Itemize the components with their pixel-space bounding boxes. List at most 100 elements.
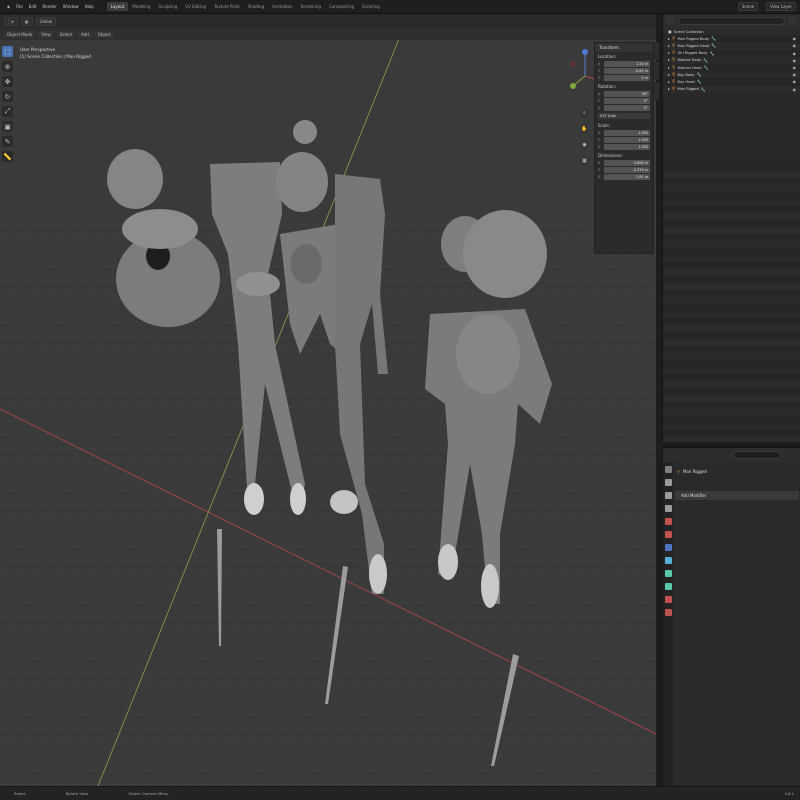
scene-selector[interactable]: Scene	[737, 2, 759, 11]
expand-icon[interactable]: ▸	[668, 66, 670, 70]
tool-tab-icon[interactable]	[664, 466, 672, 473]
menu-view[interactable]: View	[38, 30, 54, 38]
tab-animation[interactable]: Animation	[268, 2, 296, 11]
move-tool-icon[interactable]: ✥	[2, 76, 13, 87]
view-layer-selector[interactable]: View Layer	[766, 2, 796, 11]
menu-window[interactable]: Window	[60, 4, 82, 9]
select-mode-icon[interactable]: ▦	[20, 16, 33, 26]
visibility-eye-icon[interactable]: ◉	[793, 72, 797, 77]
outliner-row[interactable]: ▸ ⚲ Woman Body 🔧 ◉	[663, 56, 800, 64]
expand-icon[interactable]: ▸	[668, 37, 670, 41]
pan-hand-icon[interactable]: ✋	[580, 125, 589, 134]
scene-collection-row[interactable]: ▣ Scene Collection	[663, 28, 800, 36]
dimension-z[interactable]: 1.81 m	[604, 174, 650, 180]
tab-texture-paint[interactable]: Texture Paint	[210, 2, 244, 11]
menu-render[interactable]: Render	[40, 4, 60, 9]
data-tab-icon[interactable]	[664, 609, 672, 616]
measure-tool-icon[interactable]: 📏	[2, 151, 13, 162]
physics-tab-icon[interactable]	[664, 583, 672, 590]
outliner-search-input[interactable]	[678, 17, 785, 25]
outliner-row[interactable]: ▸ ⚲ Girl Rigged Body 🔧 ◉	[663, 49, 800, 57]
outliner-row[interactable]: ▸ ⚲ Woman Head 🔧 ◉	[663, 63, 800, 72]
orientation-dropdown[interactable]: Global	[35, 16, 57, 26]
tab-shading[interactable]: Shading	[244, 2, 268, 11]
visibility-eye-icon[interactable]: ◉	[793, 43, 797, 48]
grid-icon[interactable]: ▦	[580, 157, 589, 166]
outliner-row[interactable]: ▸ ⚲ Man Rigged Head 🔧 ◉	[663, 42, 800, 50]
cursor-tool-icon[interactable]: ⊕	[2, 61, 13, 72]
rotation-x[interactable]: 90°	[604, 91, 650, 97]
menu-help[interactable]: Help	[82, 4, 97, 9]
scale-x[interactable]: 1.000	[604, 130, 650, 136]
properties-object-name: ⚲ Man Rigged	[677, 469, 707, 474]
expand-icon[interactable]: ▸	[668, 44, 670, 48]
expand-icon[interactable]: ▸	[668, 51, 670, 55]
visibility-eye-icon[interactable]: ◉	[793, 87, 797, 92]
rotation-mode-dropdown[interactable]: XYZ Euler	[598, 113, 650, 119]
expand-icon[interactable]: ▸	[668, 58, 670, 62]
expand-icon[interactable]: ▸	[668, 80, 670, 84]
scale-z[interactable]: 1.000	[604, 144, 650, 150]
scene-tab-icon[interactable]	[664, 518, 672, 525]
dimension-x[interactable]: 0.808 m	[604, 160, 650, 166]
rotation-y[interactable]: 0°	[604, 98, 650, 104]
zoom-icon[interactable]: ⌕	[580, 109, 589, 118]
editor-type-button[interactable]: ⬚▾	[4, 16, 18, 26]
tab-view[interactable]	[654, 82, 659, 100]
display-mode-icon[interactable]	[666, 17, 675, 25]
camera-icon[interactable]: ◉	[580, 141, 589, 150]
visibility-eye-icon[interactable]: ◉	[793, 65, 797, 70]
outliner-row[interactable]: ▸ ⚲ Boy Head 🔧 ◉	[663, 78, 800, 86]
tab-layout[interactable]: Layout	[106, 2, 129, 11]
scale-y[interactable]: 1.000	[604, 137, 650, 143]
expand-icon[interactable]: ▸	[668, 73, 670, 77]
tab-scripting[interactable]: Scripting	[358, 2, 384, 11]
visibility-eye-icon[interactable]: ◉	[793, 51, 797, 56]
location-y[interactable]: -0.82 m	[604, 68, 650, 74]
menu-object[interactable]: Object	[94, 30, 114, 38]
filter-icon[interactable]	[788, 17, 797, 25]
transform-tool-icon[interactable]: ▣	[2, 121, 13, 132]
properties-search-input[interactable]	[733, 451, 781, 459]
select-box-tool-icon[interactable]: ⬚	[2, 46, 13, 57]
location-x[interactable]: 1.24 m	[604, 61, 650, 67]
dimension-y[interactable]: 0.376 m	[604, 167, 650, 173]
modifier-icon: 🔧	[711, 43, 717, 49]
modifier-tab-icon[interactable]	[664, 557, 672, 564]
tab-tool[interactable]	[654, 62, 659, 80]
scale-tool-icon[interactable]: ⤢	[2, 106, 13, 117]
mode-dropdown[interactable]: Object Mode	[4, 30, 36, 38]
expand-icon[interactable]: ▸	[668, 87, 670, 91]
visibility-eye-icon[interactable]: ◉	[793, 58, 797, 63]
particles-tab-icon[interactable]	[664, 570, 672, 577]
rotate-tool-icon[interactable]: ↻	[2, 91, 13, 102]
world-tab-icon[interactable]	[664, 531, 672, 538]
menu-file[interactable]: File	[13, 4, 26, 9]
annotate-tool-icon[interactable]: ✎	[2, 136, 13, 147]
constraints-tab-icon[interactable]	[664, 596, 672, 603]
location-z[interactable]: 0 m	[604, 75, 650, 81]
render-tab-icon[interactable]	[664, 479, 672, 486]
transform-header[interactable]: Transform	[595, 43, 653, 52]
tab-item[interactable]	[654, 42, 659, 60]
tab-compositing[interactable]: Compositing	[325, 2, 358, 11]
tab-rendering[interactable]: Rendering	[297, 2, 325, 11]
menu-select[interactable]: Select	[56, 30, 76, 38]
menu-add[interactable]: Add	[78, 30, 92, 38]
tab-sculpting[interactable]: Sculpting	[155, 2, 182, 11]
outliner-row[interactable]: ▸ ⚲ Boy Body 🔧 ◉	[663, 71, 800, 79]
rotation-z[interactable]: 0°	[604, 105, 650, 111]
view-layer-tab-icon[interactable]	[664, 505, 672, 512]
output-tab-icon[interactable]	[664, 492, 672, 499]
outliner-row[interactable]: ▸ ⚲ Man Rigged 🔧 ◉	[663, 85, 800, 93]
outliner-row[interactable]: ▸ ⚲ Man Rigged Body 🔧 ◉	[663, 35, 800, 43]
menu-edit[interactable]: Edit	[26, 4, 40, 9]
object-tab-icon[interactable]	[664, 544, 672, 551]
tab-modeling[interactable]: Modeling	[128, 2, 154, 11]
tab-uv-editing[interactable]: UV Editing	[181, 2, 210, 11]
visibility-eye-icon[interactable]: ◉	[793, 36, 797, 41]
3d-viewport[interactable]: ⬚▾ ▦ Global Object Mode View Select Add …	[0, 14, 656, 786]
blender-logo-icon[interactable]: ◈	[4, 4, 13, 9]
add-modifier-button[interactable]: Add Modifier	[675, 491, 799, 500]
visibility-eye-icon[interactable]: ◉	[793, 79, 797, 84]
